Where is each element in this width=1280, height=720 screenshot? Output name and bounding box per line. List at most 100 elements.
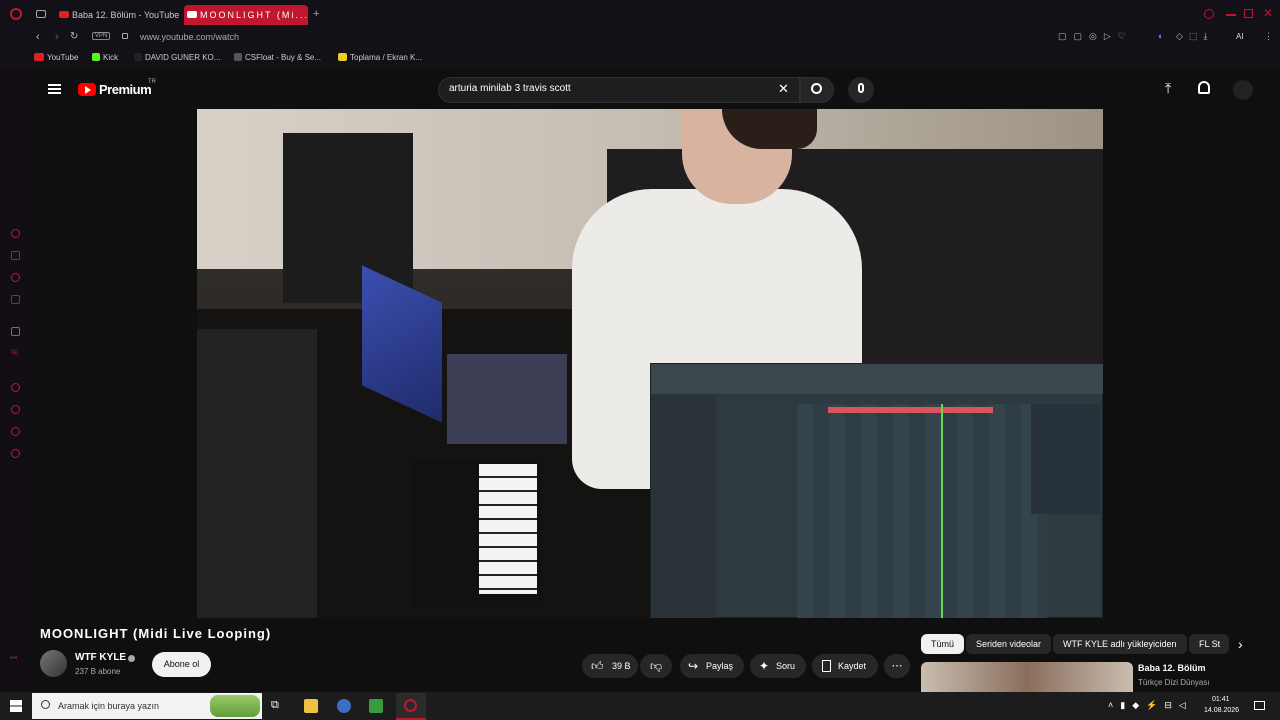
browser-sidebar: % •••: [0, 68, 30, 692]
share-button[interactable]: ↪ Paylaş: [680, 654, 744, 678]
tab-moonlight[interactable]: MOONLIGHT (Mi...: [184, 5, 308, 25]
chip-series[interactable]: Seriden videolar: [966, 634, 1052, 654]
scene-laptop-keys: [447, 354, 567, 444]
scene-keys: [479, 464, 537, 594]
bookmark-david[interactable]: DAVID GUNER KO...: [134, 53, 220, 62]
url-field[interactable]: www.youtube.com/watch: [140, 32, 239, 42]
twitch-icon[interactable]: [11, 327, 20, 336]
tray-icons[interactable]: ˄▮◆⚡⊟◁: [1108, 700, 1193, 711]
ask-label: Soru: [776, 661, 796, 671]
dislike-button[interactable]: 👎︎: [640, 654, 672, 678]
windows-start-icon[interactable]: [10, 700, 22, 712]
scene-speaker-top: [283, 133, 413, 303]
extensions-icon[interactable]: [11, 427, 20, 436]
store-icon[interactable]: [11, 251, 20, 260]
messenger-icon[interactable]: [11, 273, 20, 282]
settings-icon[interactable]: [11, 449, 20, 458]
like-count: 39 B: [612, 661, 631, 671]
voice-search-button[interactable]: [848, 77, 874, 103]
fl-browser: [651, 394, 716, 618]
maximize-button[interactable]: [1244, 9, 1253, 18]
close-window-button[interactable]: ✕: [1263, 6, 1273, 20]
ai-button[interactable]: AI: [1236, 32, 1244, 41]
opera-logo-icon[interactable]: [10, 8, 22, 20]
channel-avatar[interactable]: [40, 650, 67, 677]
forward-icon[interactable]: ›: [55, 31, 59, 43]
chip-fl-studio[interactable]: FL St: [1189, 634, 1229, 654]
tab-bar: Baba 12. Bölüm - YouTube MOONLIGHT (Mi..…: [0, 0, 1280, 28]
bookmark-csfloat[interactable]: CSFloat - Buy & Se...: [234, 53, 321, 62]
more-actions-button[interactable]: ⋯: [884, 654, 910, 678]
clock-time[interactable]: 01:41: [1212, 696, 1230, 703]
subscribe-button[interactable]: Abone ol: [152, 652, 211, 677]
upload-icon[interactable]: ⤒: [1165, 80, 1171, 97]
search-highlight-image: [210, 695, 260, 717]
thumbs-down-icon: 👎︎: [650, 659, 663, 673]
search-tabs-icon[interactable]: [1204, 9, 1214, 19]
play-triangle-icon: [85, 86, 91, 94]
task-view-icon[interactable]: ⧉: [271, 699, 279, 712]
search-value: arturia minilab 3 travis scott: [449, 83, 571, 94]
bookmark-label: CSFloat - Buy & Se...: [245, 53, 322, 62]
minecraft-icon[interactable]: [369, 699, 383, 713]
bookmark-kick[interactable]: Kick: [92, 53, 118, 62]
chip-uploader[interactable]: WTF KYLE adlı yükleyiciden: [1053, 634, 1187, 654]
minimize-button[interactable]: [1226, 14, 1236, 16]
csfloat-icon: [234, 53, 242, 61]
bookmark-label: DAVID GUNER KO...: [145, 53, 221, 62]
scene-speaker-bottom: [197, 329, 317, 618]
search-button[interactable]: [800, 77, 834, 103]
fl-studio-overlay: [650, 363, 1103, 618]
aria-icon[interactable]: [11, 229, 20, 238]
reload-icon[interactable]: ↻: [70, 31, 78, 42]
fl-playlist: [797, 404, 1047, 618]
next-video-thumbnail[interactable]: [921, 662, 1133, 692]
history-icon[interactable]: [11, 383, 20, 392]
workspace-icon[interactable]: [36, 10, 46, 18]
bookmark-youtube[interactable]: YouTube: [34, 53, 78, 62]
tab-label: Baba 12. Bölüm - YouTube: [72, 10, 180, 20]
ask-button[interactable]: ✦ Soru: [750, 654, 806, 678]
percent-icon[interactable]: %: [11, 348, 18, 357]
tab-baba[interactable]: Baba 12. Bölüm - YouTube: [56, 5, 182, 25]
next-video-title[interactable]: Baba 12. Bölüm: [1138, 663, 1206, 673]
bookmark-label: Kick: [103, 53, 119, 62]
extensions-icons[interactable]: ▢▢◎▷♡: [1058, 31, 1133, 42]
clear-search-icon[interactable]: ✕: [778, 81, 789, 97]
back-icon[interactable]: ‹: [36, 31, 40, 43]
toplama-icon: [338, 53, 347, 61]
fl-toolbar: [651, 364, 1103, 394]
chip-all[interactable]: Tümü: [921, 634, 965, 654]
more-icon[interactable]: •••: [10, 655, 17, 662]
new-tab-button[interactable]: +: [313, 8, 319, 20]
country-badge: TR: [148, 79, 156, 85]
vpn-badge[interactable]: VPN: [92, 32, 111, 40]
hamburger-menu-icon[interactable]: [48, 84, 61, 94]
menu-icon[interactable]: ⋮: [1264, 31, 1273, 42]
fl-pattern-bar: [828, 407, 993, 413]
bookmark-toplama[interactable]: Toplama / Ekran K...: [338, 53, 422, 62]
video-title: MOONLIGHT (Midi Live Looping): [40, 626, 272, 641]
translate-icon[interactable]: ◐: [1158, 31, 1163, 41]
youtube-favicon-icon: [187, 11, 197, 18]
toolbar-icons[interactable]: ◇⬚⤓: [1176, 31, 1213, 42]
save-button[interactable]: Kaydet: [812, 654, 878, 678]
taskbar-search-input[interactable]: Aramak için buraya yazın: [32, 693, 262, 719]
channel-name[interactable]: WTF KYLE: [75, 652, 126, 663]
subscriber-count: 237 B abone: [75, 667, 121, 676]
player-icon[interactable]: [11, 295, 20, 304]
lock-icon: [122, 33, 128, 39]
clock-icon[interactable]: [11, 405, 20, 414]
notifications-icon[interactable]: [1198, 81, 1210, 94]
youtube-favicon-icon: [59, 11, 69, 18]
bookmarks-bar: YouTube Kick DAVID GUNER KO... CSFloat -…: [0, 48, 1280, 68]
clock-date[interactable]: 14.08.2026: [1204, 707, 1239, 714]
app-icon[interactable]: [337, 699, 351, 713]
like-button[interactable]: 👍︎ 39 B: [582, 654, 638, 678]
tab-label: MOONLIGHT (Mi...: [200, 10, 308, 20]
file-explorer-icon[interactable]: [304, 699, 318, 713]
video-player[interactable]: [197, 109, 1103, 618]
avatar[interactable]: [1233, 80, 1253, 100]
notification-center-icon[interactable]: [1254, 701, 1265, 710]
chevron-right-icon[interactable]: ›: [1238, 636, 1243, 652]
